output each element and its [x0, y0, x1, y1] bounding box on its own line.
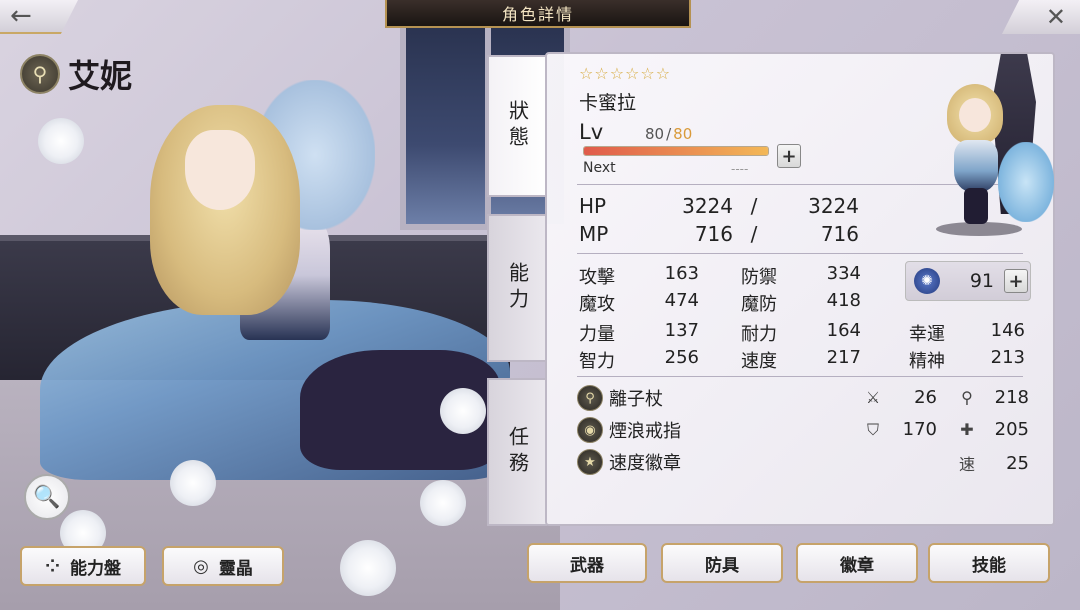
shield-icon: ⛉ — [866, 419, 879, 439]
tab-weapon[interactable]: 武器 — [527, 543, 647, 583]
hp-current: 3224 — [682, 194, 733, 218]
chibi-character-sprite — [902, 54, 1054, 244]
magic-shield-icon: ✚ — [960, 420, 974, 439]
stat-luck: 幸運 146 — [909, 320, 1025, 345]
weapon-magic-stat: ⚲ 218 — [957, 387, 1029, 408]
magnifier-icon: 🔍 — [33, 484, 61, 510]
next-exp-value: ---- — [731, 162, 749, 176]
equipment-badge[interactable]: ★ 速度徽章 — [577, 449, 681, 475]
stat-strength: 力量 137 — [579, 320, 699, 345]
tab-status-label: 狀態 — [505, 100, 530, 152]
spirit-crystal-button[interactable]: ◎ 靈晶 — [162, 546, 284, 586]
mp-max: 716 — [820, 222, 859, 246]
ring-name: 煙浪戒指 — [609, 421, 681, 442]
equipment-weapon[interactable]: ⚲ 離子杖 — [577, 385, 663, 411]
crystal-icon: ◎ — [193, 555, 209, 577]
close-icon: ✕ — [1045, 3, 1066, 31]
badge-name: 速度徽章 — [609, 453, 681, 474]
sword-icon: ⚔ — [865, 388, 881, 407]
stat-stamina: 耐力 164 — [741, 320, 861, 345]
mp-separator: / — [750, 222, 758, 246]
page-title: 角色詳情 — [385, 0, 691, 28]
tab-armor[interactable]: 防具 — [661, 543, 783, 583]
stat-spirit: 精神 213 — [909, 347, 1025, 372]
exp-bar-fill — [584, 147, 768, 155]
tab-badge[interactable]: 徽章 — [796, 543, 918, 583]
level-label: Lv — [579, 120, 604, 144]
level-up-plus-button[interactable]: + — [777, 144, 801, 168]
spirit-crystal-label: 靈晶 — [218, 558, 253, 579]
tab-abilities-label: 能力 — [505, 262, 530, 314]
level-max: 80 — [673, 125, 693, 143]
hp-max: 3224 — [808, 194, 859, 218]
tab-quests[interactable]: 任務 — [487, 378, 547, 526]
badge-star-icon: ★ — [577, 449, 603, 475]
weapon-attack-stat: ⚔ 26 — [863, 387, 937, 408]
tab-quests-label: 任務 — [505, 426, 530, 478]
mp-row: MP 716 / 716 — [579, 222, 859, 246]
level-row: Lv 80 / 80 — [579, 120, 692, 144]
hp-separator: / — [750, 194, 758, 218]
ring-icon: ◉ — [577, 417, 603, 443]
staff-icon: ⚲ — [577, 385, 603, 411]
gem-plus-button[interactable]: + — [1004, 269, 1028, 293]
mp-label: MP — [579, 222, 609, 246]
character-title: 卡蜜拉 — [579, 92, 637, 114]
zoom-button[interactable]: 🔍 — [24, 474, 70, 520]
stat-defense: 防禦 334 — [741, 263, 861, 288]
ring-magic-defense-stat: ✚ 205 — [957, 419, 1029, 440]
divider — [577, 376, 1023, 377]
ring-defense-stat: ⛉ 170 — [863, 419, 937, 440]
mp-current: 716 — [694, 222, 733, 246]
staff-class-icon: ⚲ — [20, 54, 60, 94]
gem-value: 91 — [969, 270, 994, 292]
gem-slot-box: ✺ 91 + — [905, 261, 1031, 301]
exp-bar — [583, 146, 769, 156]
rose-decoration — [170, 460, 216, 506]
stat-magic-attack: 魔攻 474 — [579, 290, 699, 315]
ability-board-icon: ⁘ — [44, 555, 61, 577]
level-separator: / — [666, 125, 672, 143]
divider — [577, 253, 1023, 254]
badge-speed-stat: 速 25 — [958, 452, 1029, 475]
rose-decoration — [340, 540, 396, 596]
rose-decoration — [38, 118, 84, 164]
status-panel: ☆☆☆☆☆☆ 卡蜜拉 Lv 80 / 80 + Next ---- HP 322… — [545, 52, 1055, 526]
stat-attack: 攻擊 163 — [579, 263, 699, 288]
level-current: 80 — [645, 125, 665, 143]
hp-label: HP — [579, 194, 607, 218]
tab-status[interactable]: 狀態 — [487, 55, 547, 197]
stat-speed: 速度 217 — [741, 347, 861, 372]
hp-row: HP 3224 / 3224 — [579, 194, 859, 218]
ability-board-label: 能力盤 — [70, 558, 122, 579]
character-name-block: ⚲ 艾妮 — [20, 52, 132, 96]
tab-abilities[interactable]: 能力 — [487, 214, 547, 362]
art-face — [185, 130, 255, 210]
rarity-stars: ☆☆☆☆☆☆ — [579, 64, 672, 83]
ability-board-button[interactable]: ⁘ 能力盤 — [20, 546, 146, 586]
equipment-ring[interactable]: ◉ 煙浪戒指 — [577, 417, 681, 443]
tab-skills[interactable]: 技能 — [928, 543, 1050, 583]
rose-decoration — [440, 388, 486, 434]
gem-icon: ✺ — [914, 268, 940, 294]
stat-intelligence: 智力 256 — [579, 347, 699, 372]
speed-label: 速 — [958, 455, 975, 474]
next-label: Next — [583, 160, 616, 176]
back-arrow-icon: ← — [10, 1, 32, 31]
character-name: 艾妮 — [68, 57, 133, 95]
rose-decoration — [420, 480, 466, 526]
stat-magic-defense: 魔防 418 — [741, 290, 861, 315]
wand-icon: ⚲ — [961, 388, 973, 407]
weapon-name: 離子杖 — [609, 389, 663, 410]
